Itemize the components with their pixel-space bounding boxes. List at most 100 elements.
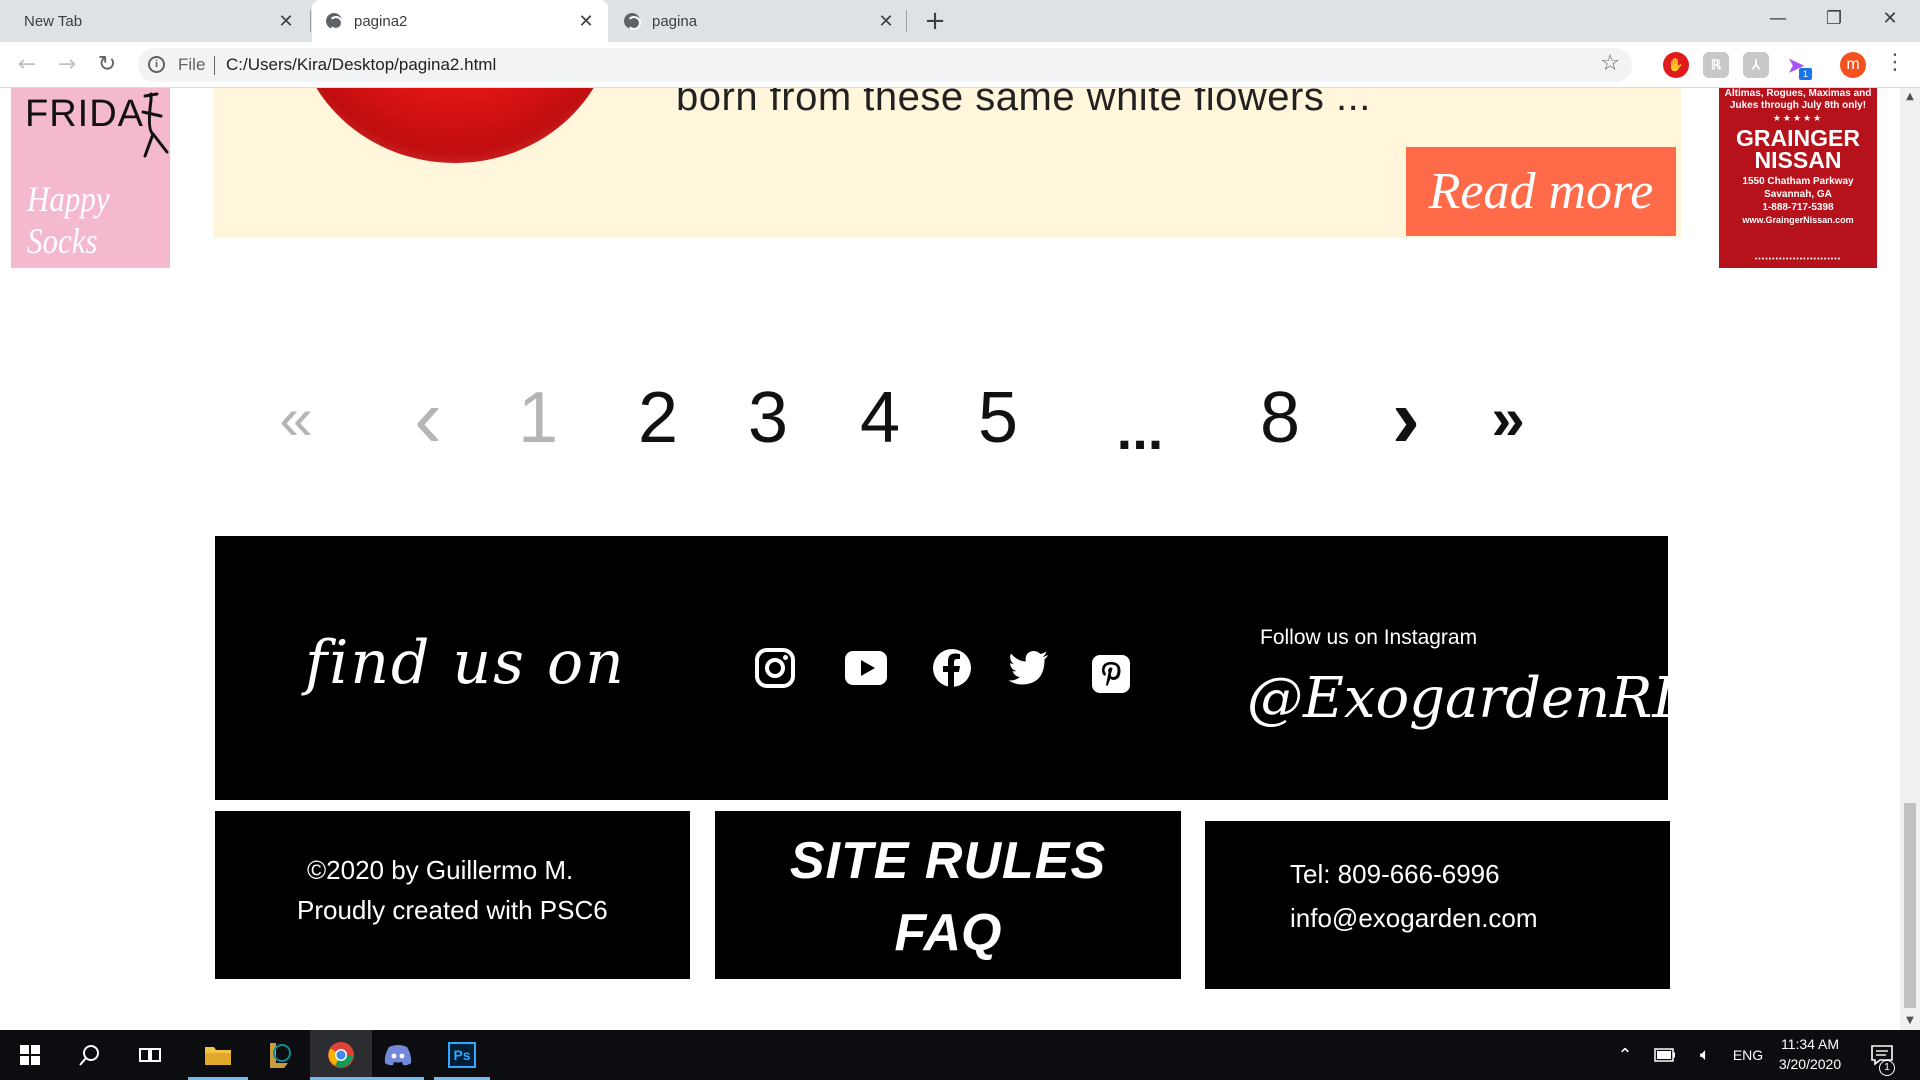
page-scrollbar[interactable]: ▲ ▼ <box>1900 88 1920 1030</box>
pdf-extension-icon[interactable]: ⅄ <box>1743 52 1769 78</box>
follow-instagram-label: Follow us on Instagram <box>1260 626 1478 649</box>
chevron-up-icon[interactable]: ⌃ <box>1608 1030 1642 1080</box>
profile-avatar[interactable]: m <box>1840 52 1866 78</box>
info-icon[interactable]: i <box>148 56 165 73</box>
clock[interactable]: 11:34 AM 3/20/2020 <box>1770 1034 1850 1074</box>
back-icon[interactable]: ← <box>10 48 44 82</box>
ad-website: www.GraingerNissan.com <box>1742 215 1854 225</box>
scroll-down-arrow-icon[interactable]: ▼ <box>1900 1012 1920 1030</box>
photoshop-icon[interactable]: Ps <box>434 1030 490 1080</box>
page-1-button[interactable]: 1 <box>510 358 566 478</box>
new-tab-button[interactable]: + <box>920 4 950 38</box>
ad-name-line2: NISSAN <box>1754 147 1842 173</box>
divider <box>214 56 215 75</box>
ad-dotted-border: ••••••••••••••••••••••••• <box>1754 256 1842 263</box>
tab-title: pagina2 <box>354 12 408 30</box>
tab-new-tab[interactable]: New Tab ✕ <box>12 0 308 42</box>
first-page-button[interactable]: « <box>268 358 324 478</box>
instagram-icon[interactable] <box>753 646 797 690</box>
file-explorer-icon[interactable] <box>188 1030 248 1080</box>
twitter-icon[interactable] <box>1007 646 1051 690</box>
close-window-button[interactable]: ✕ <box>1862 0 1918 42</box>
ad-grainger-nissan[interactable]: Altimas, Rogues, Maximas and Jukes throu… <box>1719 88 1877 268</box>
scroll-up-arrow-icon[interactable]: ▲ <box>1900 88 1920 106</box>
ad-stars: ★★★★★ <box>1772 113 1824 123</box>
tab-title: New Tab <box>24 12 83 30</box>
task-view-icon[interactable] <box>122 1030 178 1080</box>
restore-button[interactable]: ❐ <box>1806 0 1862 42</box>
tab-pagina2[interactable]: pagina2 ✕ <box>312 0 608 42</box>
close-icon[interactable]: ✕ <box>576 11 596 32</box>
battery-icon[interactable] <box>1648 1030 1682 1080</box>
find-us-heading: find us on <box>305 628 626 698</box>
league-icon[interactable] <box>248 1030 310 1080</box>
contact-box: Tel: 809-666-6996 info@exogarden.com <box>1205 821 1670 989</box>
facebook-icon[interactable] <box>930 646 974 690</box>
page-viewport: FRIDA Happy Socks born from these same w… <box>0 88 1900 1030</box>
windows-taskbar: Ps ⌃ 🔈︎ ENG 11:34 AM 3/20/2020 1 <box>0 1030 1920 1080</box>
notification-count: 1 <box>1879 1060 1895 1076</box>
scroll-thumb[interactable] <box>1904 803 1916 1008</box>
globe-icon <box>624 13 641 30</box>
menu-kebab-icon[interactable]: ⋮ <box>1884 50 1906 75</box>
discord-icon[interactable] <box>372 1030 424 1080</box>
tab-separator <box>310 10 311 32</box>
next-page-button[interactable]: › <box>1378 358 1434 478</box>
stick-figure-icon <box>141 92 169 158</box>
prev-page-button[interactable]: ‹ <box>400 358 456 478</box>
copyright-line1: ©2020 by Guillermo M. <box>307 855 574 885</box>
address-bar[interactable]: i File C:/Users/Kira/Desktop/pagina2.htm… <box>138 48 1632 82</box>
page-2-button[interactable]: 2 <box>630 358 686 478</box>
scheme-label: File <box>178 55 206 74</box>
last-page-button[interactable]: » <box>1480 358 1536 478</box>
ad-phone: 1-888-717-5398 <box>1762 202 1834 213</box>
site-rules-link[interactable]: SITE RULES <box>715 831 1181 891</box>
pagination: « ‹ 1 2 3 4 5 ... 8 › » <box>0 358 1900 478</box>
extension-badge: 1 <box>1799 68 1812 80</box>
bookmark-star-icon[interactable]: ☆ <box>1600 51 1620 76</box>
url-text[interactable]: C:/Users/Kira/Desktop/pagina2.html <box>226 55 496 75</box>
ad-promo-text: Altimas, Rogues, Maximas and Jukes throu… <box>1724 88 1872 111</box>
page-4-button[interactable]: 4 <box>852 358 908 478</box>
site-rules-box: SITE RULES FAQ <box>715 811 1181 979</box>
reload-icon[interactable]: ↻ <box>90 48 124 82</box>
faq-link[interactable]: FAQ <box>715 903 1181 963</box>
translate-extension-icon[interactable]: ℝ <box>1703 52 1729 78</box>
instagram-handle-link[interactable]: @ExogardenRD <box>1247 666 1697 731</box>
volume-icon[interactable]: 🔈︎ <box>1688 1030 1722 1080</box>
tab-pagina[interactable]: pagina ✕ <box>612 0 908 42</box>
pinterest-icon[interactable] <box>1089 652 1133 696</box>
copyright-box: ©2020 by Guillermo M. Proudly created wi… <box>215 811 690 979</box>
adblock-icon[interactable]: ✋ <box>1663 52 1689 78</box>
tab-separator <box>906 10 907 32</box>
chrome-icon[interactable] <box>310 1030 372 1080</box>
feature-card: born from these same white flowers ... R… <box>213 88 1681 238</box>
ad-brand-top: FRIDA <box>25 93 144 135</box>
page-ellipsis: ... <box>1116 397 1164 461</box>
search-icon[interactable] <box>62 1030 118 1080</box>
tab-strip: New Tab ✕ pagina2 ✕ pagina ✕ + — ❐ ✕ <box>0 0 1920 42</box>
clock-date: 3/20/2020 <box>1778 1056 1842 1072</box>
ad-name-line1: GRAINGER <box>1736 125 1860 151</box>
page-8-button[interactable]: 8 <box>1252 358 1308 478</box>
language-indicator[interactable]: ENG <box>1728 1030 1768 1080</box>
youtube-icon[interactable] <box>844 646 888 690</box>
feature-blurb: born from these same white flowers ... <box>676 88 1371 119</box>
start-icon[interactable] <box>0 1030 60 1080</box>
minimize-button[interactable]: — <box>1750 0 1806 42</box>
page-5-button[interactable]: 5 <box>970 358 1026 478</box>
tab-title: pagina <box>652 12 698 30</box>
close-icon[interactable]: ✕ <box>276 11 296 32</box>
ad-brand-bottom: Happy Socks <box>27 179 110 261</box>
browser-toolbar: ← → ↻ i File C:/Users/Kira/Desktop/pagin… <box>0 42 1920 88</box>
flower-image <box>295 88 615 163</box>
ad-happy-socks[interactable]: FRIDA Happy Socks <box>11 88 170 268</box>
close-icon[interactable]: ✕ <box>876 11 896 32</box>
globe-icon <box>326 13 343 30</box>
contact-email[interactable]: info@exogarden.com <box>1290 903 1538 934</box>
forward-icon[interactable]: → <box>50 48 84 82</box>
contact-phone: Tel: 809-666-6996 <box>1290 859 1500 889</box>
ad-address-line1: 1550 Chatham Parkway <box>1742 176 1854 187</box>
page-3-button[interactable]: 3 <box>740 358 796 478</box>
read-more-button[interactable]: Read more <box>1406 147 1676 236</box>
